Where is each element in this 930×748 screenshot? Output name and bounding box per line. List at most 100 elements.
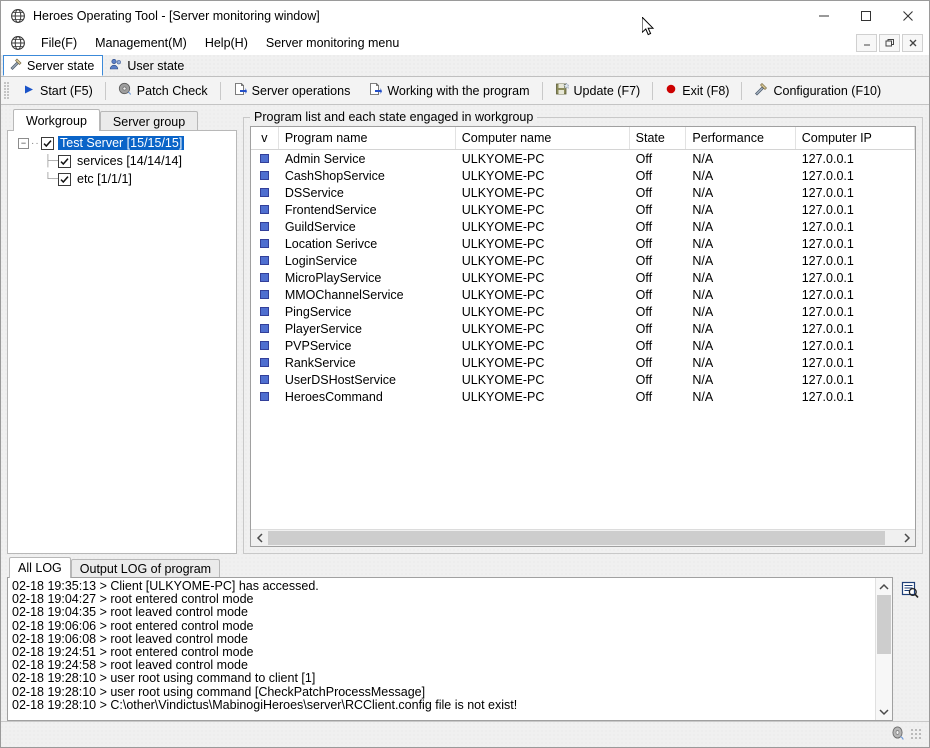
- row-status-cell[interactable]: [251, 375, 279, 384]
- table-row[interactable]: PingService ULKYOME-PC Off N/A 127.0.0.1: [251, 303, 915, 320]
- tree-root-checkbox[interactable]: [41, 136, 54, 150]
- mdi-close-button[interactable]: [902, 34, 923, 52]
- row-status-cell[interactable]: [251, 358, 279, 367]
- table-row[interactable]: CashShopService ULKYOME-PC Off N/A 127.0.0.1: [251, 167, 915, 184]
- resize-grip[interactable]: [911, 728, 923, 741]
- column-header-state[interactable]: State: [630, 127, 687, 149]
- log-content-wrap: 02-18 19:35:13 > Client [ULKYOME-PC] has…: [7, 577, 923, 721]
- toolbar-drag-handle[interactable]: [4, 81, 9, 100]
- mdi-minimize-button[interactable]: [856, 34, 877, 52]
- scroll-left-icon[interactable]: [251, 530, 268, 546]
- row-status-cell[interactable]: [251, 188, 279, 197]
- table-row[interactable]: RankService ULKYOME-PC Off N/A 127.0.0.1: [251, 354, 915, 371]
- table-row[interactable]: PVPService ULKYOME-PC Off N/A 127.0.0.1: [251, 337, 915, 354]
- tab-workgroup[interactable]: Workgroup: [13, 109, 100, 131]
- tree-node-root[interactable]: − ·· Test Server [15/15/15]: [8, 134, 236, 152]
- cell-computer-name: ULKYOME-PC: [461, 338, 545, 353]
- log-vertical-scrollbar[interactable]: [875, 578, 892, 720]
- cell-program-name: PingService: [284, 304, 352, 319]
- column-header-performance[interactable]: Performance: [686, 127, 796, 149]
- table-row[interactable]: HeroesCommand ULKYOME-PC Off N/A 127.0.0.1: [251, 388, 915, 405]
- cell-program-name: MMOChannelService: [284, 287, 404, 302]
- row-status-cell[interactable]: [251, 324, 279, 333]
- log-search-icon: [901, 581, 919, 602]
- tab-all-log[interactable]: All LOG: [9, 557, 71, 578]
- mdi-restore-button[interactable]: [879, 34, 900, 52]
- tab-server-group[interactable]: Server group: [99, 111, 199, 131]
- minimize-button[interactable]: [803, 1, 845, 31]
- hscroll-track[interactable]: [268, 530, 898, 546]
- cell-state: Off: [635, 355, 653, 370]
- menu-item-management[interactable]: Management(M): [86, 34, 196, 52]
- table-row[interactable]: DSService ULKYOME-PC Off N/A 127.0.0.1: [251, 184, 915, 201]
- maximize-button[interactable]: [845, 1, 887, 31]
- column-header-computer-name[interactable]: Computer name: [456, 127, 630, 149]
- scroll-right-icon[interactable]: [898, 530, 915, 546]
- table-row[interactable]: MicroPlayService ULKYOME-PC Off N/A 127.0.0.…: [251, 269, 915, 286]
- cell-state: Off: [635, 304, 653, 319]
- table-row[interactable]: PlayerService ULKYOME-PC Off N/A 127.0.0.1: [251, 320, 915, 337]
- row-status-cell[interactable]: [251, 341, 279, 350]
- application-window: Heroes Operating Tool - [Server monitori…: [0, 0, 930, 748]
- table-row[interactable]: GuildService ULKYOME-PC Off N/A 127.0.0.1: [251, 218, 915, 235]
- tree-node-etc[interactable]: └── etc [1/1/1]: [8, 170, 236, 188]
- table-row[interactable]: Location Serivce ULKYOME-PC Off N/A 127.0.0.…: [251, 235, 915, 252]
- table-row[interactable]: MMOChannelService ULKYOME-PC Off N/A 127.0.0…: [251, 286, 915, 303]
- close-button[interactable]: [887, 1, 929, 31]
- toolbar-start-button[interactable]: Start (F5): [13, 79, 102, 103]
- row-status-cell[interactable]: [251, 205, 279, 214]
- tree-node-etc-label: etc [1/1/1]: [77, 172, 132, 186]
- row-status-cell[interactable]: [251, 392, 279, 401]
- server-tree[interactable]: − ·· Test Server [15/15/15] ├── services…: [7, 130, 237, 554]
- tree-connector: ├──: [44, 155, 68, 167]
- row-status-cell[interactable]: [251, 256, 279, 265]
- column-header-check[interactable]: v: [251, 127, 279, 149]
- table-row[interactable]: LoginService ULKYOME-PC Off N/A 127.0.0.1: [251, 252, 915, 269]
- row-status-cell[interactable]: [251, 307, 279, 316]
- toolbar-server-operations-button[interactable]: Server operations: [224, 79, 360, 103]
- toolbar-working-with-program-button[interactable]: Working with the program: [359, 79, 538, 103]
- toolbar-update-button[interactable]: Update (F7): [546, 79, 650, 103]
- cell-state: Off: [635, 372, 653, 387]
- blue-square-icon: [260, 392, 270, 401]
- vscroll-track[interactable]: [876, 595, 892, 703]
- program-listview[interactable]: v Program name Computer name State Perfo…: [250, 126, 916, 547]
- log-lines: 02-18 19:35:13 > Client [ULKYOME-PC] has…: [8, 578, 875, 720]
- scroll-down-icon[interactable]: [876, 703, 892, 720]
- tree-node-services[interactable]: ├── services [14/14/14]: [8, 152, 236, 170]
- menu-item-file[interactable]: File(F): [32, 34, 86, 52]
- table-row[interactable]: Admin Service ULKYOME-PC Off N/A 127.0.0.1: [251, 150, 915, 167]
- tree-services-checkbox[interactable]: [58, 154, 71, 168]
- toolbar-patch-check-button[interactable]: Patch Check: [109, 79, 217, 103]
- row-status-cell[interactable]: [251, 154, 279, 163]
- row-status-cell[interactable]: [251, 290, 279, 299]
- tree-etc-checkbox[interactable]: [58, 172, 71, 186]
- toolbar-separator: [104, 81, 106, 100]
- vscroll-thumb[interactable]: [877, 595, 891, 655]
- row-status-cell[interactable]: [251, 222, 279, 231]
- tab-output-log-of-program[interactable]: Output LOG of program: [70, 559, 221, 578]
- collapse-icon[interactable]: −: [18, 137, 29, 149]
- tab-server-state[interactable]: Server state: [3, 55, 104, 76]
- cell-state: Off: [635, 270, 653, 285]
- tab-user-state[interactable]: User state: [103, 55, 193, 76]
- tab-output-log-label: Output LOG of program: [79, 562, 212, 576]
- log-search-button[interactable]: [897, 577, 923, 721]
- row-status-cell[interactable]: [251, 239, 279, 248]
- scroll-up-icon[interactable]: [876, 578, 892, 595]
- row-status-cell[interactable]: [251, 171, 279, 180]
- row-status-cell[interactable]: [251, 273, 279, 282]
- column-header-program-name[interactable]: Program name: [279, 127, 456, 149]
- listview-horizontal-scrollbar[interactable]: [251, 529, 915, 546]
- log-line: 02-18 19:28:10 > user root using command…: [12, 671, 316, 686]
- column-header-computer-ip[interactable]: Computer IP: [796, 127, 915, 149]
- cell-performance: N/A: [692, 219, 714, 234]
- toolbar-exit-button[interactable]: Exit (F8): [656, 79, 738, 103]
- hscroll-thumb[interactable]: [268, 531, 886, 545]
- menu-item-help[interactable]: Help(H): [196, 34, 257, 52]
- log-textbox[interactable]: 02-18 19:35:13 > Client [ULKYOME-PC] has…: [7, 577, 893, 721]
- table-row[interactable]: UserDSHostService ULKYOME-PC Off N/A 127.0.0…: [251, 371, 915, 388]
- toolbar-configuration-button[interactable]: Configuration (F10): [745, 79, 890, 103]
- table-row[interactable]: FrontendService ULKYOME-PC Off N/A 127.0.0.1: [251, 201, 915, 218]
- menu-item-server-monitoring-menu[interactable]: Server monitoring menu: [257, 34, 408, 52]
